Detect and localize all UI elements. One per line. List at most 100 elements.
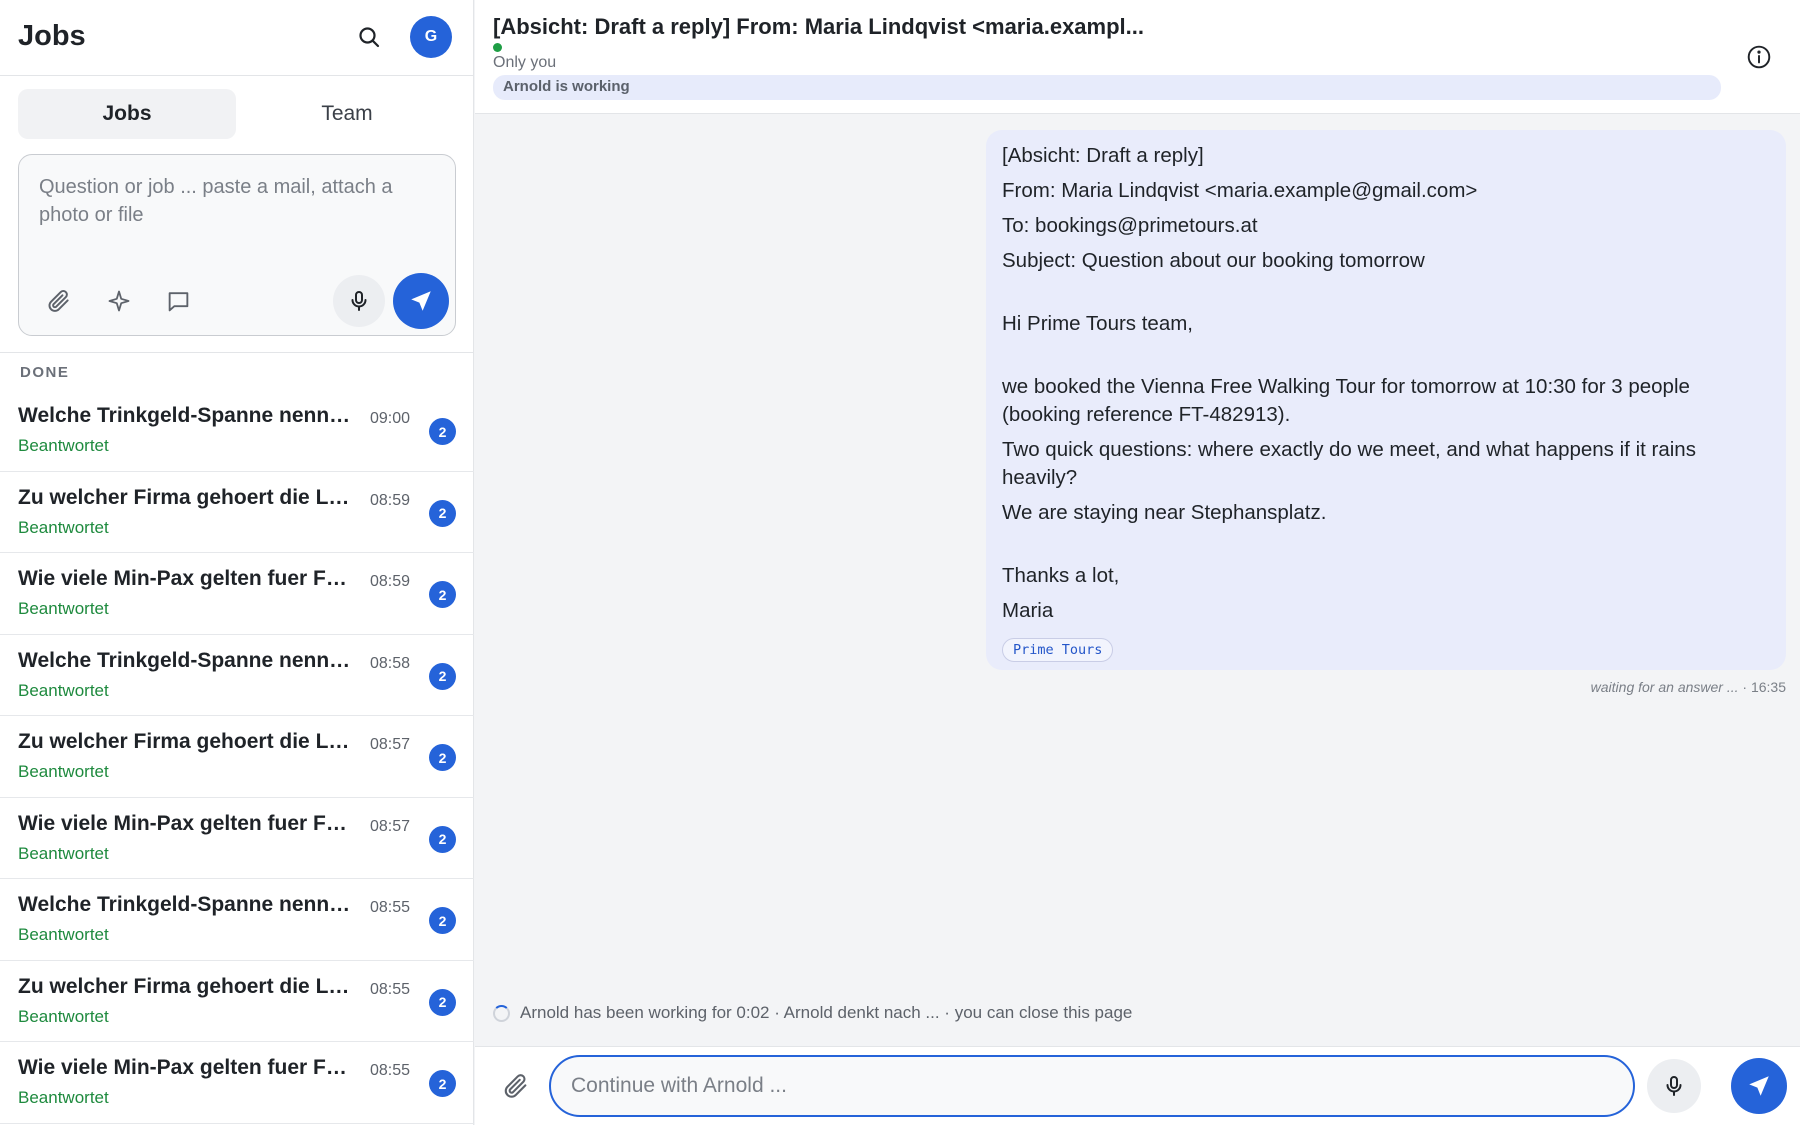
divider bbox=[0, 352, 474, 353]
count-badge: 2 bbox=[429, 744, 456, 771]
job-composer: Question or job ... paste a mail, attach… bbox=[18, 154, 456, 336]
tab-bar: Jobs Team bbox=[18, 89, 456, 139]
sparkle-button[interactable] bbox=[99, 281, 139, 321]
reply-input[interactable] bbox=[549, 1055, 1635, 1117]
count-badge: 2 bbox=[429, 418, 456, 445]
message-line bbox=[1002, 282, 1762, 310]
job-status: Beantwortet bbox=[18, 925, 109, 944]
message-line: Thanks a lot, bbox=[1002, 564, 1120, 587]
job-time: 09:00 bbox=[370, 410, 411, 427]
job-status: Beantwortet bbox=[18, 436, 109, 455]
job-list-item[interactable]: Welche Trinkgeld-Spanne nennt ... 08:55 … bbox=[0, 879, 474, 961]
attach-button[interactable] bbox=[497, 1067, 535, 1105]
microphone-icon bbox=[351, 291, 367, 311]
job-title: Wie viele Min-Pax gelten fuer Fre... bbox=[18, 567, 354, 590]
mic-button[interactable] bbox=[1647, 1059, 1701, 1113]
job-status: Beantwortet bbox=[18, 762, 109, 781]
count-badge: 2 bbox=[429, 662, 456, 690]
message-status: waiting for an answer ... bbox=[1590, 679, 1739, 695]
job-status: Beantwortet bbox=[18, 517, 109, 537]
message-line: [Absicht: Draft a reply] bbox=[1002, 144, 1204, 167]
message-body: [Absicht: Draft a reply] From: Maria Lin… bbox=[1002, 142, 1762, 632]
job-list-item[interactable]: Wie viele Min-Pax gelten fuer Fre... 08:… bbox=[0, 798, 474, 879]
job-list-item[interactable]: Welche Trinkgeld-Spanne nennt ... 08:58 … bbox=[0, 635, 474, 716]
message-line bbox=[1002, 534, 1762, 562]
search-icon bbox=[359, 27, 380, 48]
message-meta: waiting for an answer ... · 16:35 bbox=[1591, 679, 1786, 695]
tab-jobs[interactable]: Jobs bbox=[18, 89, 236, 139]
job-time: 08:59 bbox=[370, 491, 411, 509]
paperclip-icon bbox=[48, 289, 69, 312]
section-label-done: DONE bbox=[20, 364, 70, 381]
job-list-item[interactable]: Welche Trinkgeld-Spanne nennt ... 09:00 … bbox=[0, 390, 474, 472]
sidebar: Jobs G Jobs Team Question or job ... pas… bbox=[0, 0, 474, 1125]
conversation-header: [Absicht: Draft a reply] From: Maria Lin… bbox=[475, 0, 1800, 114]
count-badge: 2 bbox=[429, 988, 456, 1016]
composer-input[interactable]: Question or job ... paste a mail, attach… bbox=[39, 173, 419, 229]
reply-bar bbox=[475, 1046, 1800, 1125]
job-time: 08:57 bbox=[370, 736, 411, 753]
message-time: · 16:35 bbox=[1742, 679, 1786, 695]
job-time: 08:55 bbox=[370, 899, 411, 916]
count-badge: 2 bbox=[429, 581, 456, 608]
job-time: 08:55 bbox=[370, 980, 411, 998]
job-status: Beantwortet bbox=[18, 1088, 109, 1107]
count-badge: 2 bbox=[429, 907, 456, 934]
job-status: Beantwortet bbox=[18, 843, 109, 863]
search-button[interactable] bbox=[352, 20, 386, 54]
job-title: Zu welcher Firma gehoert die Lea... bbox=[18, 974, 354, 998]
info-icon bbox=[1747, 45, 1771, 69]
conversation-panel: [Absicht: Draft a reply] From: Maria Lin… bbox=[475, 0, 1800, 1125]
job-list-item[interactable]: Zu welcher Firma gehoert die Lea... 08:5… bbox=[0, 472, 474, 553]
message-bubble: [Absicht: Draft a reply] From: Maria Lin… bbox=[986, 130, 1786, 670]
send-button[interactable] bbox=[1731, 1058, 1787, 1114]
message-line bbox=[1002, 345, 1762, 373]
message-line: we booked the Vienna Free Walking Tour f… bbox=[1002, 375, 1690, 426]
visibility-label: Only you bbox=[493, 54, 557, 71]
job-title: Zu welcher Firma gehoert die Lea... bbox=[18, 485, 354, 509]
message-line: Subject: Question about our booking tomo… bbox=[1002, 249, 1425, 272]
sparkle-icon bbox=[108, 290, 130, 312]
job-title: Welche Trinkgeld-Spanne nennt ... bbox=[18, 893, 354, 916]
avatar[interactable]: G bbox=[410, 16, 452, 58]
job-list-item[interactable]: Zu welcher Firma gehoert die Lea... 08:5… bbox=[0, 716, 474, 798]
loading-spinner-icon bbox=[493, 1004, 510, 1022]
message-line: Two quick questions: where exactly do we… bbox=[1002, 438, 1696, 489]
job-title: Welche Trinkgeld-Spanne nennt ... bbox=[18, 404, 354, 427]
send-icon bbox=[411, 291, 431, 311]
tab-team[interactable]: Team bbox=[238, 89, 456, 139]
job-status: Beantwortet bbox=[18, 1006, 109, 1026]
chat-button[interactable] bbox=[158, 281, 198, 321]
working-status-text: Arnold is working bbox=[503, 78, 630, 95]
job-title: Zu welcher Firma gehoert die Lea... bbox=[18, 730, 354, 753]
microphone-icon bbox=[1666, 1076, 1682, 1096]
status-dot bbox=[493, 43, 502, 52]
message-line: Maria bbox=[1002, 599, 1054, 622]
message-line: From: Maria Lindqvist <maria.example@gma… bbox=[1002, 179, 1478, 202]
job-title: Welche Trinkgeld-Spanne nennt ... bbox=[18, 648, 354, 672]
job-time: 08:57 bbox=[370, 817, 411, 835]
job-time: 08:59 bbox=[370, 573, 411, 590]
job-list: Welche Trinkgeld-Spanne nennt ... 09:00 … bbox=[0, 390, 474, 1124]
job-list-item[interactable]: Zu welcher Firma gehoert die Lea... 08:5… bbox=[0, 961, 474, 1042]
info-button[interactable] bbox=[1744, 42, 1774, 72]
attach-button[interactable] bbox=[39, 281, 79, 321]
count-badge: 2 bbox=[429, 499, 456, 527]
message-line: To: bookings@primetours.at bbox=[1002, 214, 1258, 237]
count-badge: 2 bbox=[429, 825, 456, 853]
chat-icon bbox=[168, 291, 188, 311]
mic-button[interactable] bbox=[333, 275, 385, 327]
paperclip-icon bbox=[504, 1074, 527, 1098]
job-list-item[interactable]: Wie viele Min-Pax gelten fuer Fre... 08:… bbox=[0, 553, 474, 635]
progress-status: Arnold has been working for 0:02 · Arnol… bbox=[493, 1003, 1132, 1023]
job-list-item[interactable]: Wie viele Min-Pax gelten fuer Fre... 08:… bbox=[0, 1042, 474, 1124]
context-tag[interactable]: Prime Tours bbox=[1002, 638, 1114, 662]
send-icon bbox=[1749, 1076, 1769, 1096]
job-title: Wie viele Min-Pax gelten fuer Fre... bbox=[18, 811, 354, 835]
progress-text: Arnold has been working for 0:02 · Arnol… bbox=[520, 1003, 1133, 1022]
count-badge: 2 bbox=[429, 1070, 456, 1097]
job-time: 08:58 bbox=[370, 654, 411, 672]
send-button[interactable] bbox=[393, 273, 449, 329]
sidebar-header: Jobs G bbox=[0, 0, 474, 76]
message-line: Hi Prime Tours team, bbox=[1002, 312, 1194, 335]
